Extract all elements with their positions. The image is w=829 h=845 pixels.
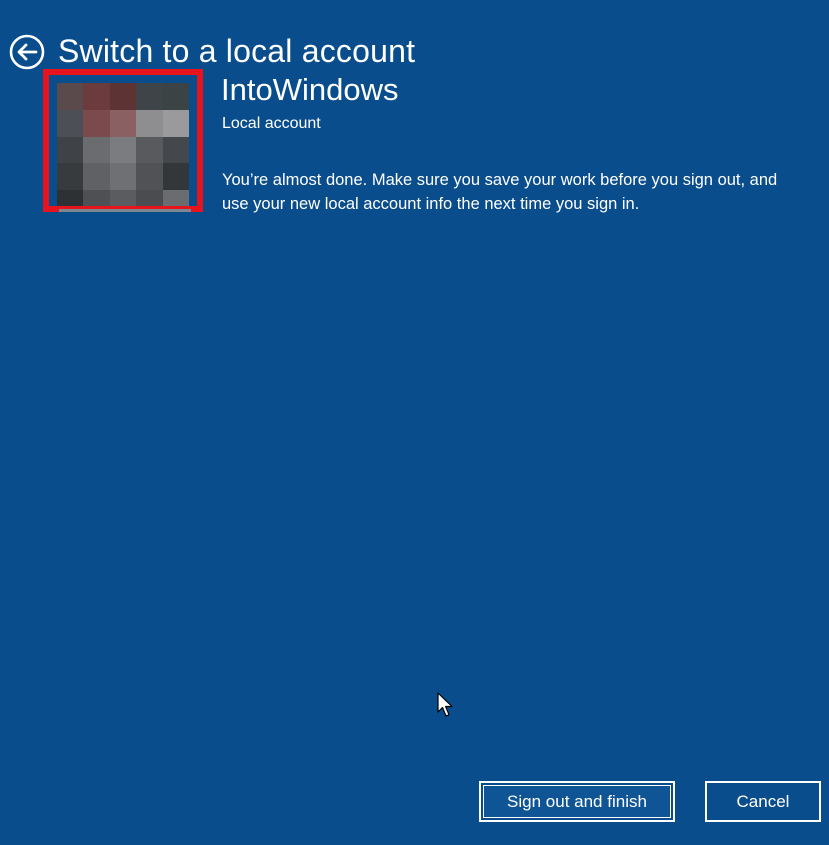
avatar-pixel — [136, 109, 163, 137]
cancel-button[interactable]: Cancel — [705, 781, 821, 822]
avatar-pixel — [57, 83, 84, 110]
avatar-image — [57, 83, 189, 206]
sign-out-and-finish-button[interactable]: Sign out and finish — [479, 781, 675, 822]
avatar-pixel — [136, 136, 163, 164]
avatar-pixel — [83, 109, 110, 137]
avatar-pixel — [162, 136, 189, 164]
avatar-underline — [59, 209, 191, 212]
avatar-pixel — [162, 109, 189, 137]
back-button[interactable] — [8, 33, 46, 71]
page-title: Switch to a local account — [58, 33, 416, 70]
avatar-pixel — [136, 163, 163, 191]
avatar-pixel — [57, 163, 84, 191]
info-message: You’re almost done. Make sure you save y… — [222, 171, 778, 213]
avatar-pixel — [109, 109, 137, 137]
avatar-pixel — [57, 109, 84, 137]
account-name: IntoWindows — [221, 72, 399, 107]
mouse-pointer-icon — [437, 692, 453, 717]
account-type: Local account — [222, 115, 321, 132]
account-avatar — [43, 69, 203, 212]
avatar-pixel — [83, 83, 110, 110]
avatar-pixel — [83, 136, 110, 164]
avatar-pixel — [109, 163, 137, 191]
avatar-pixel — [109, 83, 137, 110]
avatar-pixel — [162, 83, 189, 110]
avatar-pixel — [83, 163, 110, 191]
avatar-pixel — [136, 83, 163, 110]
avatar-pixel — [57, 136, 84, 164]
avatar-pixel — [109, 136, 137, 164]
avatar-pixel — [162, 163, 189, 191]
back-arrow-circle-icon — [9, 34, 45, 70]
